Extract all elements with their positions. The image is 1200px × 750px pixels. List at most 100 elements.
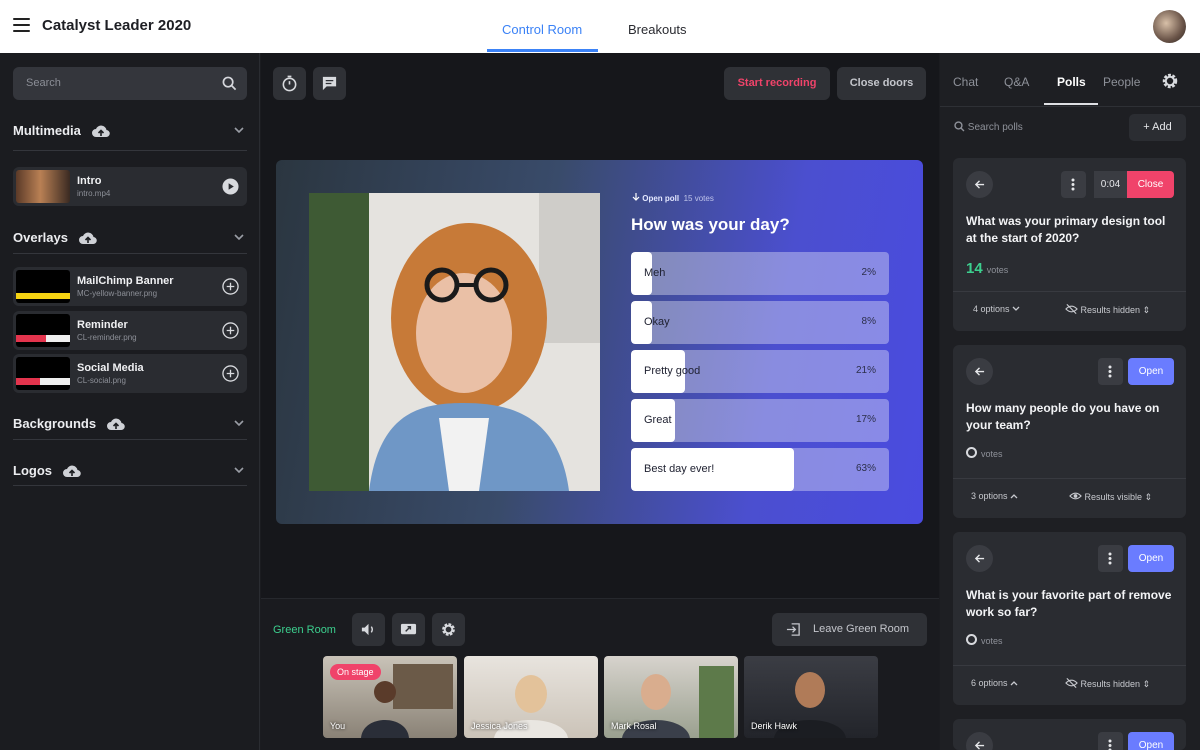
tab-breakouts[interactable]: Breakouts	[628, 22, 687, 37]
participant-name: Derik Hawk	[751, 721, 797, 731]
cloud-upload-icon[interactable]	[62, 464, 82, 478]
chevron-down-icon[interactable]	[234, 233, 244, 241]
section-logos[interactable]: Logos	[13, 463, 247, 483]
chevron-down-icon[interactable]	[234, 466, 244, 474]
timer-button[interactable]	[273, 67, 306, 100]
options-label: 4 options	[973, 304, 1010, 314]
search-input[interactable]: Search	[13, 67, 247, 100]
open-poll-button[interactable]: Open	[1128, 732, 1174, 750]
poll-question: How was your day?	[631, 215, 790, 235]
chevron-down-icon[interactable]	[234, 126, 244, 134]
back-arrow-button[interactable]	[966, 358, 993, 385]
chevron-up-icon	[1010, 680, 1018, 686]
cloud-upload-icon[interactable]	[91, 124, 111, 138]
back-arrow-button[interactable]	[966, 171, 993, 198]
polls-panel: Chat Q&A Polls People Search polls + Add…	[940, 53, 1200, 750]
message-icon	[321, 75, 338, 92]
more-button[interactable]	[1098, 545, 1123, 572]
item-name: Intro	[77, 175, 101, 187]
more-button[interactable]	[1098, 732, 1123, 750]
back-arrow-button[interactable]	[966, 732, 993, 750]
tab-chat[interactable]: Chat	[953, 75, 978, 89]
more-vertical-icon	[1108, 552, 1112, 565]
participant-tile[interactable]: Mark Rosal	[604, 656, 738, 738]
add-circle-icon[interactable]	[222, 365, 239, 382]
close-poll-button[interactable]: Close	[1127, 171, 1174, 198]
more-vertical-icon	[1108, 365, 1112, 378]
list-item[interactable]: Intro intro.mp4	[13, 167, 247, 206]
votes-label: votes	[981, 636, 1003, 646]
settings-button[interactable]	[432, 613, 465, 646]
speaker-video	[309, 193, 600, 491]
speaker-image	[309, 193, 600, 491]
poll-question: How many people do you have on your team…	[966, 400, 1176, 434]
section-label: Logos	[13, 463, 52, 478]
open-poll-button[interactable]: Open	[1128, 358, 1174, 385]
tab-qa[interactable]: Q&A	[1004, 75, 1029, 89]
cloud-upload-icon[interactable]	[106, 417, 126, 431]
tab-control-room[interactable]: Control Room	[502, 22, 582, 37]
start-recording-button[interactable]: Start recording	[724, 67, 830, 100]
votes-label: votes	[987, 265, 1009, 275]
item-filename: intro.mp4	[77, 189, 110, 198]
arrow-left-icon	[974, 553, 985, 564]
thumbnail	[16, 314, 70, 347]
section-overlays[interactable]: Overlays	[13, 230, 247, 250]
item-name: Social Media	[77, 362, 144, 374]
poll-status: Open poll	[642, 194, 679, 203]
message-button[interactable]	[313, 67, 346, 100]
chevron-down-icon[interactable]	[234, 419, 244, 427]
green-room-label: Green Room	[273, 624, 336, 636]
results-visibility-dropdown[interactable]: Results hidden ⇕	[1065, 678, 1150, 690]
item-filename: MC-yellow-banner.png	[77, 289, 157, 298]
list-item[interactable]: Reminder CL-reminder.png	[13, 311, 247, 350]
poll-option-percent: 8%	[862, 316, 876, 327]
participant-tile[interactable]: Derik Hawk	[744, 656, 878, 738]
list-item[interactable]: Social Media CL-social.png	[13, 354, 247, 393]
open-poll-button[interactable]: Open	[1128, 545, 1174, 572]
gear-icon[interactable]	[1161, 72, 1179, 90]
back-arrow-button[interactable]	[966, 545, 993, 572]
results-label: Results hidden	[1081, 305, 1141, 315]
plus-icon: +	[1143, 121, 1149, 133]
poll-question: What is your favorite part of remove wor…	[966, 587, 1176, 621]
add-poll-button[interactable]: + Add	[1129, 114, 1186, 141]
participant-tile[interactable]: Jessica Jones	[464, 656, 598, 738]
thumbnail	[16, 170, 70, 203]
results-visibility-dropdown[interactable]: Results hidden ⇕	[1065, 304, 1150, 316]
eye-off-icon	[1065, 678, 1078, 688]
play-icon[interactable]	[222, 178, 239, 195]
divider	[13, 439, 247, 440]
poll-option: Best day ever!63%	[631, 448, 889, 491]
options-dropdown[interactable]: 6 options	[971, 678, 1018, 688]
section-multimedia[interactable]: Multimedia	[13, 123, 247, 143]
search-placeholder: Search	[26, 77, 61, 89]
options-dropdown[interactable]: 4 options	[973, 304, 1020, 314]
more-button[interactable]	[1098, 358, 1123, 385]
tab-people[interactable]: People	[1103, 75, 1140, 89]
results-visibility-dropdown[interactable]: Results visible ⇕	[1069, 491, 1152, 503]
audio-button[interactable]	[352, 613, 385, 646]
chevron-down-icon	[1012, 306, 1020, 312]
vote-count: 14	[966, 260, 983, 277]
share-screen-button[interactable]	[392, 613, 425, 646]
section-backgrounds[interactable]: Backgrounds	[13, 416, 247, 436]
options-dropdown[interactable]: 3 options	[971, 491, 1018, 501]
more-button[interactable]	[1061, 171, 1086, 198]
add-circle-icon[interactable]	[222, 278, 239, 295]
user-avatar[interactable]	[1153, 10, 1186, 43]
close-doors-button[interactable]: Close doors	[837, 67, 926, 100]
poll-option-label: Great	[644, 414, 672, 426]
cloud-upload-icon[interactable]	[78, 231, 98, 245]
on-stage-badge: On stage	[330, 664, 381, 680]
add-circle-icon[interactable]	[222, 322, 239, 339]
menu-icon[interactable]	[13, 18, 30, 31]
poll-search-input[interactable]: Search polls	[954, 121, 1023, 133]
item-name: Reminder	[77, 319, 128, 331]
leave-green-room-button[interactable]: Leave Green Room	[772, 613, 927, 646]
poll-timer: 0:04	[1094, 171, 1127, 198]
divider	[940, 106, 1200, 107]
list-item[interactable]: MailChimp Banner MC-yellow-banner.png	[13, 267, 247, 306]
tab-polls[interactable]: Polls	[1057, 75, 1086, 89]
participant-tile[interactable]: On stage You	[323, 656, 457, 738]
